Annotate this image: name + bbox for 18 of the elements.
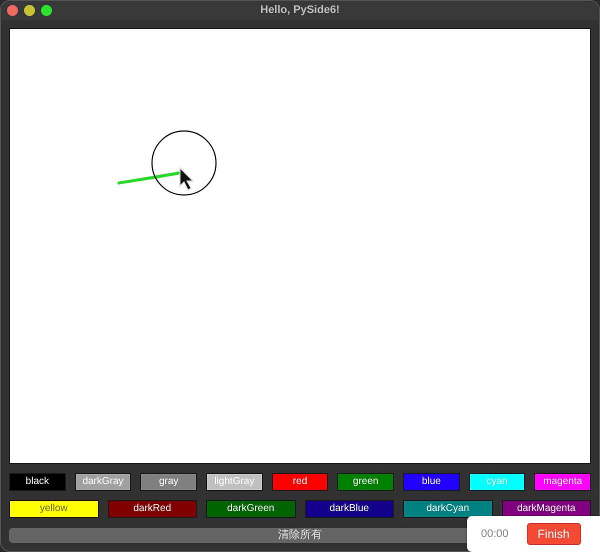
color-button[interactable]: yellow [9,500,98,518]
color-button[interactable]: darkRed [108,500,197,518]
color-button[interactable]: red [272,473,328,491]
minimize-button[interactable] [24,5,35,16]
color-button[interactable]: darkCyan [403,500,492,518]
color-button[interactable]: blue [403,473,460,491]
color-button[interactable]: darkGray [74,473,132,491]
color-button[interactable]: green [337,473,394,491]
color-button[interactable]: gray [140,473,198,491]
color-button[interactable]: darkGreen [206,500,296,518]
timer-text: 00:00 [481,526,509,542]
close-button[interactable] [7,5,18,16]
zoom-button[interactable] [41,5,52,16]
finish-button[interactable]: Finish [526,523,581,545]
color-button[interactable]: black [9,473,66,491]
color-button[interactable]: magenta [534,473,592,491]
window-title: Hello, PySide6! [260,3,340,18]
color-button[interactable]: darkBlue [304,500,394,518]
